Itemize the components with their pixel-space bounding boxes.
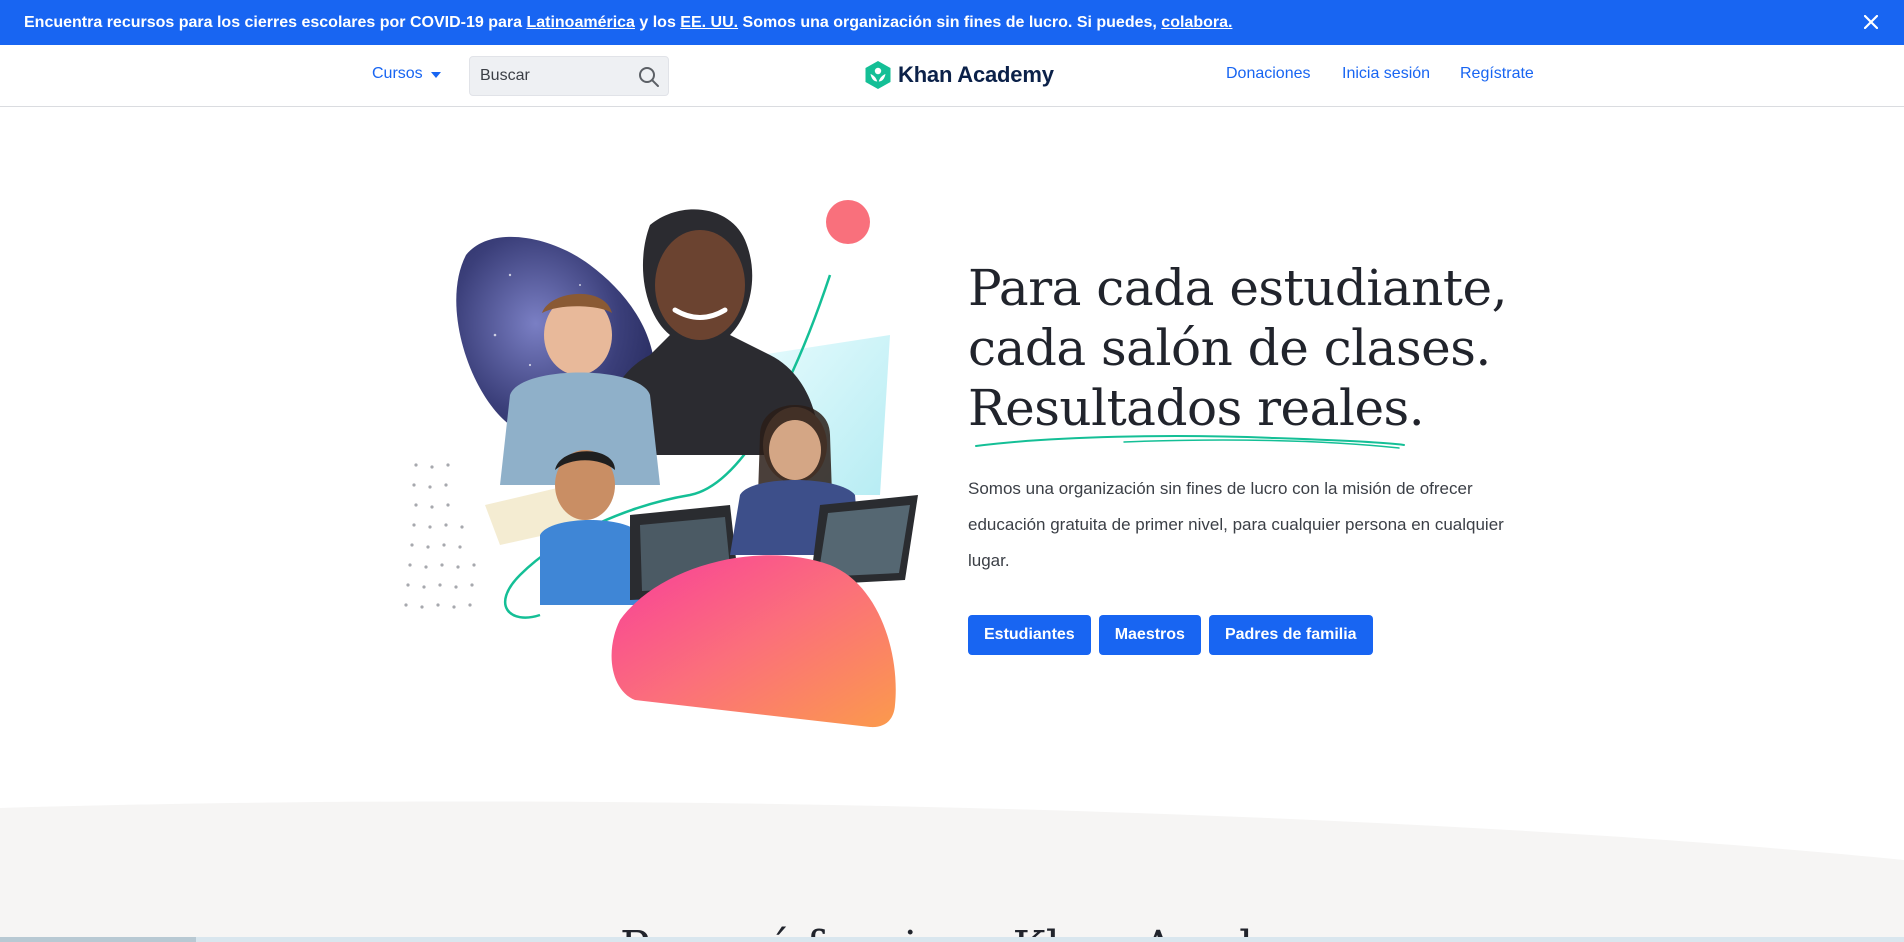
scrollbar-thumb[interactable] <box>0 937 196 942</box>
headline-line-3: Resultados reales. <box>968 379 1425 437</box>
donate-link[interactable]: Donaciones <box>1226 65 1311 83</box>
announcement-banner: Encuentra recursos para los cierres esco… <box>0 0 1904 45</box>
khan-academy-logo[interactable]: Khan Academy <box>864 60 1054 90</box>
teachers-button[interactable]: Maestros <box>1098 615 1201 655</box>
dot-pattern <box>404 463 476 609</box>
search-box <box>469 56 669 96</box>
banner-text: Encuentra recursos para los cierres esco… <box>24 13 527 31</box>
section-divider-band <box>0 801 1904 942</box>
parents-button[interactable]: Padres de familia <box>1208 615 1373 655</box>
banner-link-latinoamerica[interactable]: Latinoamérica <box>526 14 634 32</box>
horizontal-scrollbar[interactable] <box>0 937 1904 942</box>
hero-illustration <box>404 200 918 728</box>
hero-description: Somos una organización sin fines de lucr… <box>968 479 1504 570</box>
hero-headline: Para cada estudiante, cada salón de clas… <box>968 258 1507 438</box>
courses-label: Cursos <box>372 65 423 82</box>
courses-menu-button[interactable]: Cursos <box>372 65 441 83</box>
banner-text: Somos una organización sin fines de lucr… <box>738 13 1162 31</box>
banner-link-us[interactable]: EE. UU. <box>680 14 738 32</box>
banner-link-donate[interactable]: colabora. <box>1161 14 1232 32</box>
audience-buttons: Estudiantes Maestros Padres de familia <box>968 615 1373 655</box>
search-icon[interactable] <box>638 66 660 88</box>
site-header: Cursos Khan Academy Donaciones Inicia se… <box>0 45 1904 107</box>
khan-academy-hexagon-icon <box>865 61 891 89</box>
banner-text: y los <box>634 13 681 31</box>
caret-down-icon <box>430 72 441 78</box>
signup-link[interactable]: Regístrate <box>1460 65 1534 83</box>
login-link[interactable]: Inicia sesión <box>1342 65 1430 83</box>
headline-underline-decoration <box>975 435 1405 449</box>
search-input[interactable] <box>470 57 630 95</box>
headline-line-2: cada salón de clases. <box>968 319 1491 377</box>
close-icon[interactable] <box>1860 11 1882 33</box>
logo-wordmark: Khan Academy <box>898 62 1054 87</box>
headline-line-1: Para cada estudiante, <box>968 259 1507 317</box>
students-button[interactable]: Estudiantes <box>968 615 1091 655</box>
